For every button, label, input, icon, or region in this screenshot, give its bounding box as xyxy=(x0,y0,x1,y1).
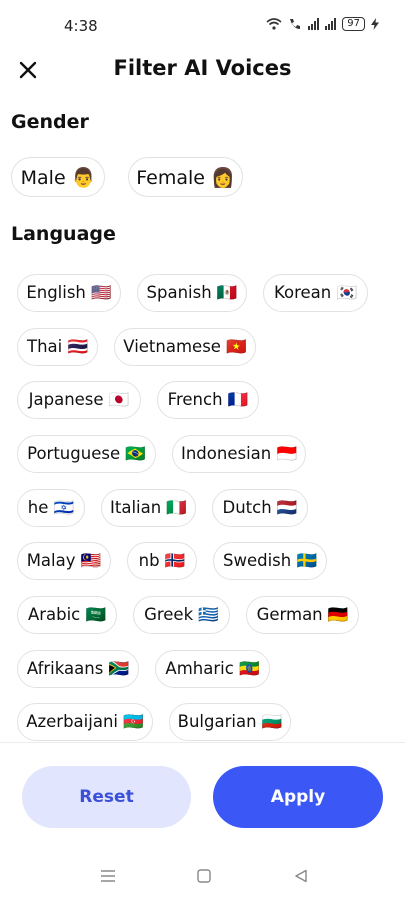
back-button[interactable] xyxy=(289,864,313,888)
language-chip-german[interactable]: German 🇩🇪 xyxy=(246,596,359,634)
language-chip-nb[interactable]: nb 🇳🇴 xyxy=(127,542,197,580)
call-icon xyxy=(290,19,301,29)
apply-button[interactable]: Apply xyxy=(213,766,383,828)
language-chip-bulgarian[interactable]: Bulgarian 🇧🇬 xyxy=(169,703,291,741)
language-section-title: Language xyxy=(11,223,116,245)
language-chip-korean[interactable]: Korean 🇰🇷 xyxy=(263,274,368,312)
recent-apps-button[interactable] xyxy=(96,864,120,888)
footer-divider xyxy=(0,742,405,743)
language-chip-greek[interactable]: Greek 🇬🇷 xyxy=(133,596,230,634)
gender-chip-female[interactable]: Female 👩 xyxy=(128,157,243,197)
language-chip-malay[interactable]: Malay 🇲🇾 xyxy=(17,542,111,580)
language-chip-japanese[interactable]: Japanese 🇯🇵 xyxy=(17,381,141,419)
battery-indicator: 97 xyxy=(342,17,365,31)
home-icon xyxy=(197,869,211,883)
language-chip-afrikaans[interactable]: Afrikaans 🇿🇦 xyxy=(17,650,139,688)
status-icons: 97 xyxy=(266,17,379,31)
language-chip-amharic[interactable]: Amharic 🇪🇹 xyxy=(155,650,270,688)
language-chip-arabic[interactable]: Arabic 🇸🇦 xyxy=(17,596,117,634)
signal-icon xyxy=(308,18,320,30)
language-chip-italian[interactable]: Italian 🇮🇹 xyxy=(101,489,196,527)
home-button[interactable] xyxy=(192,864,216,888)
gender-chip-male[interactable]: Male 👨 xyxy=(11,157,105,197)
status-bar: 4:38 97 xyxy=(0,0,405,50)
language-chip-azerbaijani[interactable]: Azerbaijani 🇦🇿 xyxy=(17,703,153,741)
language-chip-french[interactable]: French 🇫🇷 xyxy=(157,381,259,419)
wifi-icon xyxy=(266,18,282,30)
language-chip-he[interactable]: he 🇮🇱 xyxy=(17,489,85,527)
language-chip-spanish[interactable]: Spanish 🇲🇽 xyxy=(137,274,247,312)
gender-section-title: Gender xyxy=(11,111,89,133)
language-chip-dutch[interactable]: Dutch 🇳🇱 xyxy=(212,489,308,527)
system-navigation-bar xyxy=(0,850,405,900)
language-chip-thai[interactable]: Thai 🇹🇭 xyxy=(17,328,98,366)
language-chip-english[interactable]: English 🇺🇸 xyxy=(17,274,121,312)
language-chip-indonesian[interactable]: Indonesian 🇮🇩 xyxy=(172,435,306,473)
header: Filter AI Voices xyxy=(0,50,405,90)
signal-icon xyxy=(325,18,337,30)
charging-icon xyxy=(371,18,379,30)
language-chip-swedish[interactable]: Swedish 🇸🇪 xyxy=(213,542,327,580)
back-icon xyxy=(295,869,307,883)
status-time: 4:38 xyxy=(64,17,98,35)
reset-button[interactable]: Reset xyxy=(22,766,191,828)
language-chip-portuguese[interactable]: Portuguese 🇧🇷 xyxy=(17,435,156,473)
page-title: Filter AI Voices xyxy=(113,56,292,80)
language-chip-vietnamese[interactable]: Vietnamese 🇻🇳 xyxy=(114,328,256,366)
menu-icon xyxy=(101,870,115,882)
